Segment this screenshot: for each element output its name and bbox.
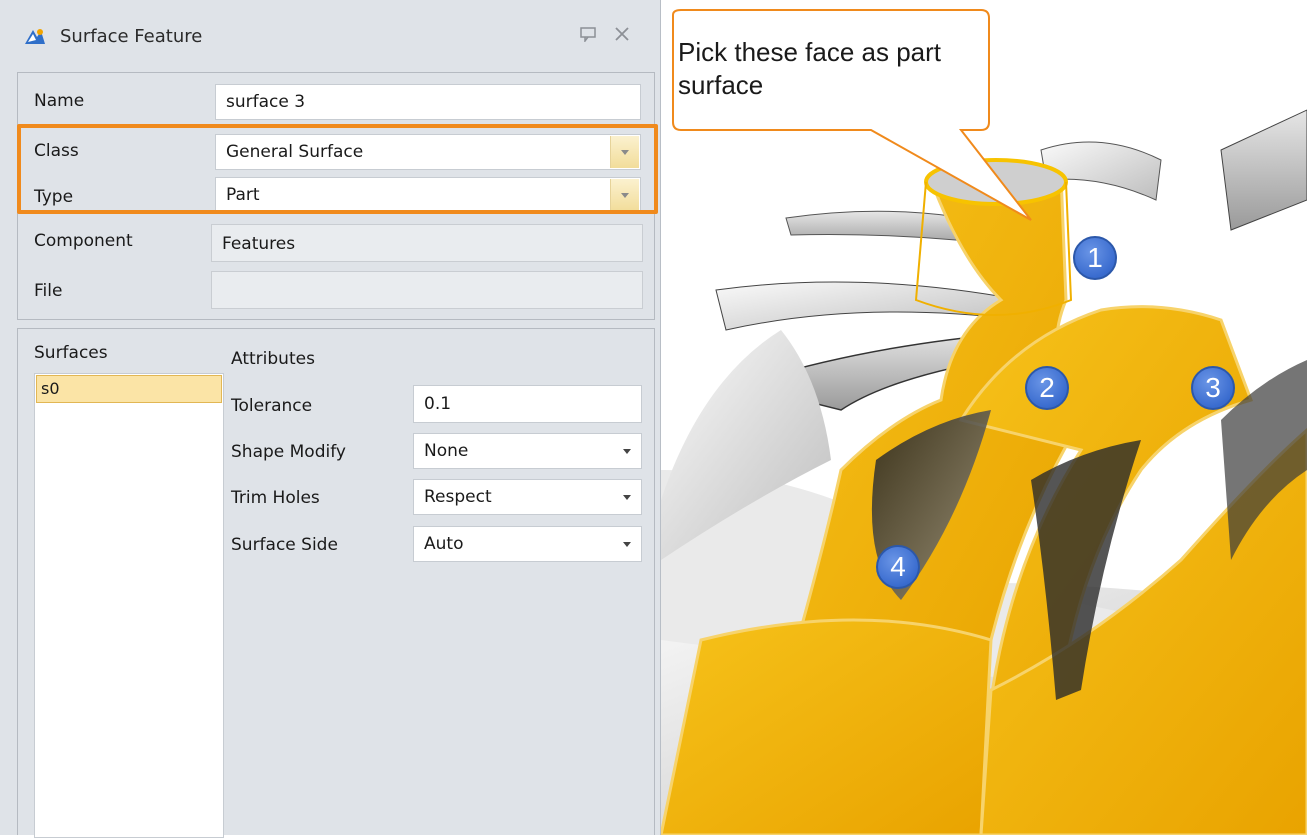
badge-3: 3 xyxy=(1191,366,1235,410)
name-input[interactable]: surface 3 xyxy=(215,84,641,120)
dialog-title: Surface Feature xyxy=(60,26,203,47)
file-field[interactable] xyxy=(211,271,643,309)
component-label: Component xyxy=(34,231,133,251)
trim-holes-value: Respect xyxy=(424,487,492,507)
impeller-model xyxy=(661,9,1307,835)
surface-feature-icon xyxy=(25,29,45,44)
list-item[interactable]: s0 xyxy=(36,375,222,403)
attributes-header: Attributes xyxy=(231,349,315,369)
shape-modify-value: None xyxy=(424,441,469,461)
chevron-down-icon[interactable] xyxy=(623,495,631,500)
badge-2: 2 xyxy=(1025,366,1069,410)
chevron-down-icon[interactable] xyxy=(623,449,631,454)
trim-holes-select[interactable]: Respect xyxy=(413,479,642,515)
close-icon[interactable] xyxy=(612,24,632,44)
name-label: Name xyxy=(34,91,85,111)
trim-holes-label: Trim Holes xyxy=(231,488,320,508)
shape-modify-label: Shape Modify xyxy=(231,442,346,462)
surfaces-list[interactable]: s0 xyxy=(34,373,224,838)
dialog-titlebar: Surface Feature xyxy=(0,0,661,72)
badge-4: 4 xyxy=(876,545,920,589)
3d-viewport[interactable]: 1 2 3 4 xyxy=(661,0,1307,835)
shape-modify-select[interactable]: None xyxy=(413,433,642,469)
chevron-down-icon[interactable] xyxy=(623,542,631,547)
file-label: File xyxy=(34,281,63,301)
tolerance-input[interactable]: 0.1 xyxy=(413,385,642,423)
pin-icon[interactable] xyxy=(578,26,598,42)
component-field: Features xyxy=(211,224,643,262)
surface-feature-dialog: Surface Feature Name surface 3 Class Gen… xyxy=(0,0,661,838)
surfaces-attributes-section: Surfaces s0 Attributes Tolerance 0.1 Sha… xyxy=(17,328,655,838)
class-type-highlight xyxy=(17,124,658,214)
surfaces-header: Surfaces xyxy=(34,343,108,363)
tolerance-label: Tolerance xyxy=(231,396,313,416)
surface-side-select[interactable]: Auto xyxy=(413,526,642,562)
surface-side-value: Auto xyxy=(424,534,464,554)
badge-1: 1 xyxy=(1073,236,1117,280)
callout-text: Pick these face as part surface xyxy=(678,37,942,100)
surface-side-label: Surface Side xyxy=(231,535,338,555)
